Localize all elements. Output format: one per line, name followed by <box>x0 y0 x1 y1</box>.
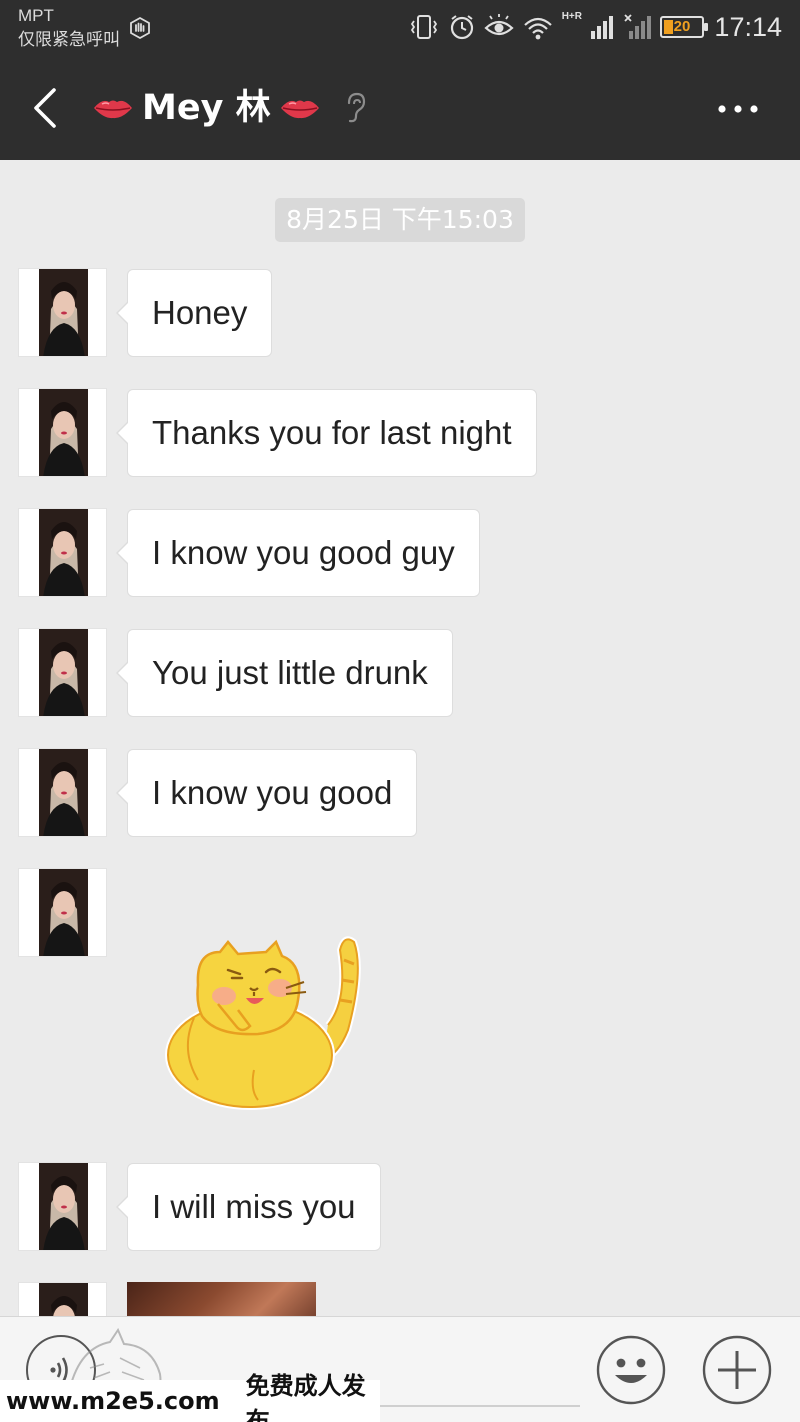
emergency-calls-text: 仅限紧急呼叫 <box>18 30 120 50</box>
vibrate-icon <box>410 15 437 39</box>
chat-header: Mey 林 <box>0 58 800 160</box>
contact-name: Mey 林 <box>142 88 271 128</box>
message-bubble[interactable]: You just little drunk <box>116 629 453 717</box>
message-bubble[interactable]: I will miss you <box>116 1163 381 1251</box>
status-bar: MPT 仅限紧急呼叫 H+R 20 17:14 <box>0 0 800 58</box>
clock: 17:14 <box>714 12 782 42</box>
avatar[interactable] <box>18 868 107 957</box>
chevron-left-icon[interactable] <box>26 86 66 130</box>
status-icons: H+R 20 <box>408 11 708 42</box>
message-bubble[interactable]: Honey <box>115 269 273 357</box>
watermark-banner: www.m2e5.com 免费成人发布 <box>0 1372 380 1422</box>
wifi-icon <box>523 17 552 40</box>
avatar[interactable] <box>18 628 107 717</box>
photo-message[interactable] <box>127 1282 316 1316</box>
smiley-icon[interactable] <box>596 1335 666 1405</box>
signal-no-sim-icon <box>624 14 651 39</box>
ear-icon <box>347 92 365 123</box>
hand-icon <box>130 16 150 40</box>
avatar[interactable] <box>18 508 107 597</box>
eye-icon <box>484 14 514 36</box>
alarm-icon <box>450 15 473 40</box>
battery-level: 20 <box>673 18 691 35</box>
message-bubble[interactable]: Thanks you for last night <box>116 389 537 477</box>
carrier-name: MPT <box>18 6 54 25</box>
lips-icon <box>280 100 319 119</box>
message-timestamp: 8月25日 下午15:03 <box>275 198 525 242</box>
avatar[interactable] <box>18 388 107 477</box>
plus-icon[interactable] <box>702 1335 772 1405</box>
avatar[interactable] <box>18 268 107 357</box>
cat-sticker[interactable] <box>158 930 378 1110</box>
chat-title-group: Mey 林 <box>92 80 367 136</box>
message-bubble[interactable]: I know you good guy <box>116 509 480 597</box>
avatar[interactable] <box>18 748 107 837</box>
message-list[interactable]: 8月25日 下午15:03 Honey Thanks you for last … <box>0 160 800 1316</box>
watermark-url: www.m2e5.com <box>6 1387 220 1415</box>
avatar[interactable] <box>18 1162 107 1251</box>
more-dots-icon[interactable] <box>716 102 760 116</box>
signal-icon <box>591 16 613 39</box>
network-type: H+R <box>561 11 582 22</box>
avatar[interactable] <box>18 1282 107 1316</box>
watermark-text: 免费成人发布 <box>245 1372 366 1422</box>
message-bubble[interactable]: I know you good <box>115 749 418 837</box>
battery-icon: 20 <box>660 16 708 38</box>
lips-icon <box>94 100 132 119</box>
